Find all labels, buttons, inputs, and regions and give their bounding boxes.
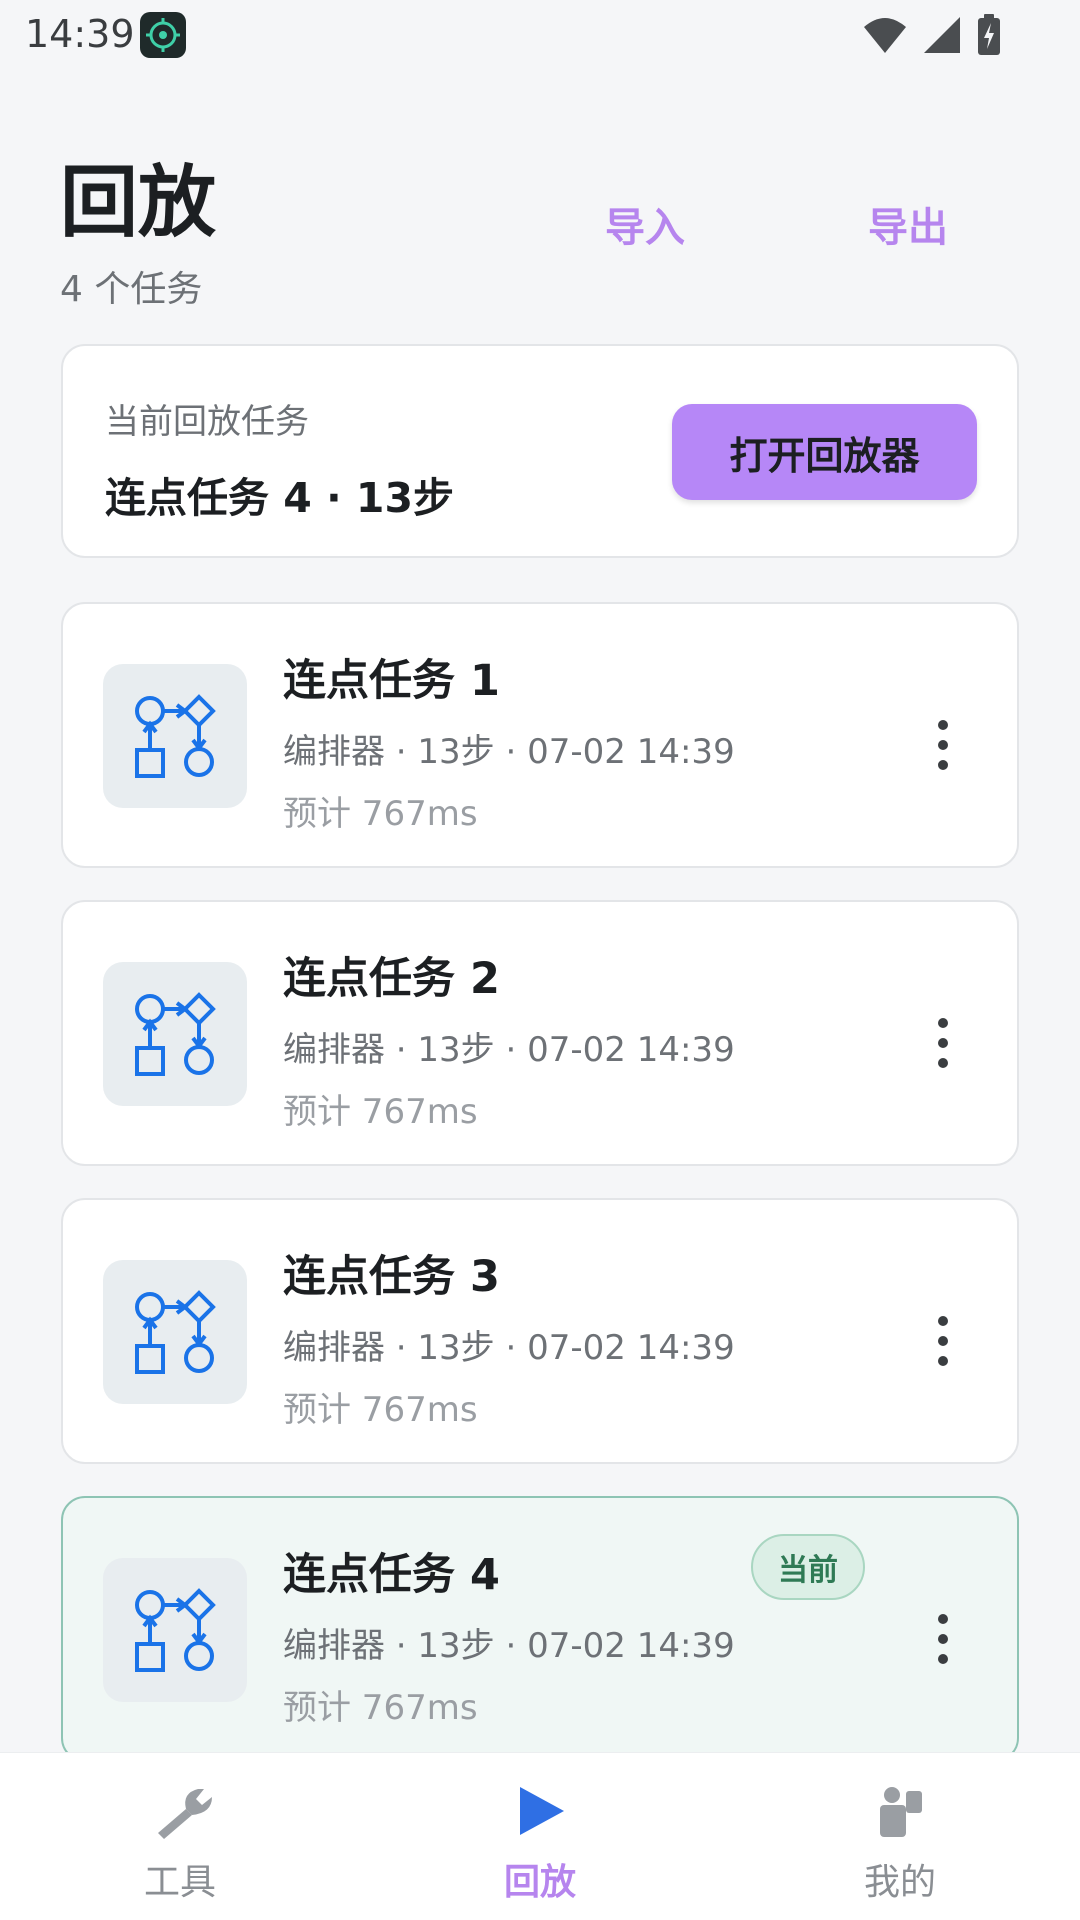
more-options-icon[interactable] (923, 717, 963, 770)
nav-profile[interactable]: 我的 (720, 1753, 1080, 1920)
task-estimate: 预计 767ms (283, 1688, 478, 1728)
page-title: 回放 (60, 158, 217, 248)
task-meta: 编排器 · 13步 · 07-02 14:39 (283, 1626, 735, 1666)
import-button[interactable]: 导入 (605, 195, 685, 253)
app-notification-icon (140, 12, 186, 58)
task-name: 连点任务 3 (283, 1252, 500, 1302)
status-bar: 14:39 (0, 0, 1080, 70)
task-meta: 编排器 · 13步 · 07-02 14:39 (283, 1030, 735, 1070)
replay-screen: 14:39 回放 4 个任务 导入 导出 当前回放任务 连点任务 4 · 13步… (0, 0, 1080, 1920)
nav-replay[interactable]: 回放 (360, 1753, 720, 1920)
task-estimate: 预计 767ms (283, 1092, 478, 1132)
open-player-button[interactable]: 打开回放器 (672, 404, 977, 500)
nav-tools[interactable]: 工具 (0, 1753, 360, 1920)
flowchart-icon (103, 664, 247, 808)
bottom-nav: 工具 回放 我的 (0, 1752, 1080, 1920)
status-icons (862, 14, 1002, 60)
task-card[interactable]: 连点任务 1 编排器 · 13步 · 07-02 14:39 预计 767ms (61, 602, 1019, 868)
task-card[interactable]: 连点任务 2 编排器 · 13步 · 07-02 14:39 预计 767ms (61, 900, 1019, 1166)
current-task-name: 连点任务 4 · 13步 (105, 474, 454, 522)
battery-charging-icon (976, 14, 1002, 60)
task-meta: 编排器 · 13步 · 07-02 14:39 (283, 1328, 735, 1368)
task-name: 连点任务 2 (283, 954, 500, 1004)
nav-tools-label: 工具 (143, 1862, 216, 1903)
more-options-icon[interactable] (923, 1313, 963, 1366)
task-name: 连点任务 4 (283, 1550, 500, 1600)
task-card-current[interactable]: 连点任务 4 当前 编排器 · 13步 · 07-02 14:39 预计 767… (61, 1496, 1019, 1762)
play-icon (512, 1783, 568, 1839)
current-task-label: 当前回放任务 (105, 402, 309, 442)
nav-profile-label: 我的 (863, 1862, 936, 1903)
task-meta: 编排器 · 13步 · 07-02 14:39 (283, 732, 735, 772)
flowchart-icon (103, 1260, 247, 1404)
current-badge: 当前 (751, 1534, 865, 1600)
nav-replay-label: 回放 (503, 1862, 576, 1903)
task-estimate: 预计 767ms (283, 794, 478, 834)
task-card[interactable]: 连点任务 3 编排器 · 13步 · 07-02 14:39 预计 767ms (61, 1198, 1019, 1464)
export-button[interactable]: 导出 (868, 195, 948, 253)
flowchart-icon (103, 1558, 247, 1702)
cellular-signal-icon (922, 15, 962, 59)
status-time: 14:39 (25, 12, 135, 56)
wifi-icon (862, 15, 908, 59)
flowchart-icon (103, 962, 247, 1106)
current-task-card: 当前回放任务 连点任务 4 · 13步 打开回放器 (61, 344, 1019, 558)
task-count: 4 个任务 (60, 269, 203, 310)
wrench-icon (152, 1783, 212, 1839)
task-name: 连点任务 1 (283, 656, 500, 706)
more-options-icon[interactable] (923, 1015, 963, 1068)
profile-icon (872, 1783, 928, 1839)
task-estimate: 预计 767ms (283, 1390, 478, 1430)
more-options-icon[interactable] (923, 1611, 963, 1664)
